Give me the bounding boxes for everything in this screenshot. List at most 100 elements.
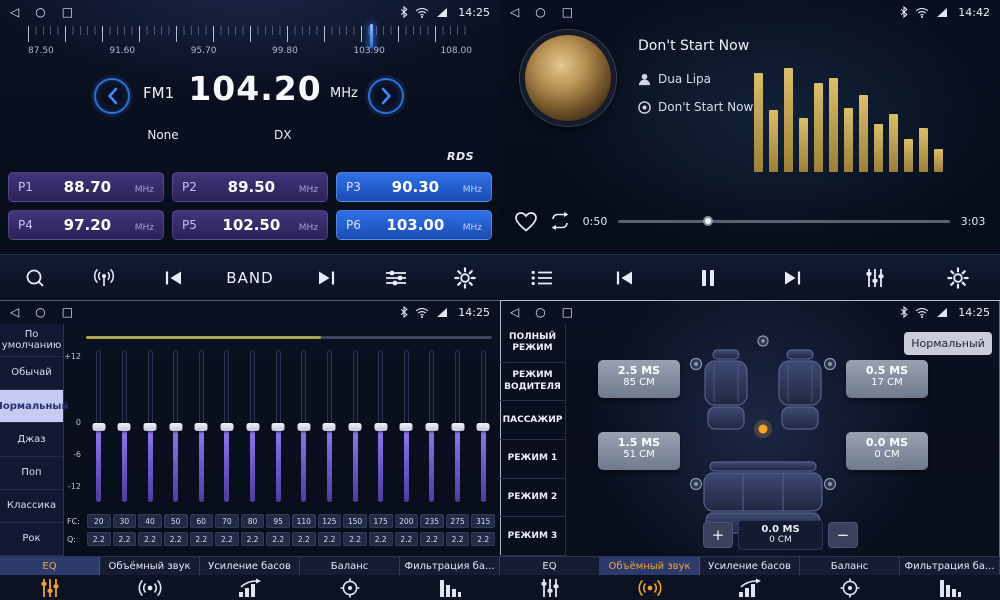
tab-bass-boost-icon[interactable] xyxy=(200,575,300,600)
tab-balance[interactable]: Баланс xyxy=(300,557,400,575)
tab-balance[interactable]: Баланс xyxy=(800,557,900,575)
tab-eq-icon[interactable] xyxy=(0,575,100,600)
eq-band-slider-40[interactable] xyxy=(148,350,153,502)
radio-preset-p3[interactable]: P390.30MHz xyxy=(336,172,492,202)
eq-band-slider-110[interactable] xyxy=(301,350,306,502)
tab-filter[interactable]: Фильтрация ба... xyxy=(400,557,500,575)
home-button[interactable]: ○ xyxy=(35,306,45,318)
tune-options-button[interactable] xyxy=(379,261,413,295)
tab-surround[interactable]: Объёмный звук xyxy=(100,557,200,575)
radio-preset-p4[interactable]: P497.20MHz xyxy=(8,210,164,240)
frequency-ruler[interactable]: 87.5091.6095.7099.80103.90108.00 xyxy=(0,26,500,70)
back-button[interactable]: ◁ xyxy=(510,6,519,18)
sound-profile-button[interactable]: Нормальный xyxy=(904,332,992,355)
eq-preset-1[interactable]: Обычай xyxy=(0,357,63,390)
delay-rear-right[interactable]: 0.0 MS0 CM xyxy=(846,432,928,470)
tab-surround-icon[interactable] xyxy=(100,575,200,600)
settings-button[interactable] xyxy=(941,261,975,295)
tab-filter-icon[interactable] xyxy=(400,575,500,600)
eq-band-slider-50[interactable] xyxy=(173,350,178,502)
tab-filter[interactable]: Фильтрация ба... xyxy=(900,557,1000,575)
eq-preset-2[interactable]: Нормальный xyxy=(0,390,63,423)
eq-band-handle[interactable] xyxy=(169,423,182,431)
eq-band-handle[interactable] xyxy=(323,423,336,431)
eq-preset-4[interactable]: Поп xyxy=(0,457,63,490)
tab-balance-icon[interactable] xyxy=(800,575,900,600)
surround-mode-3[interactable]: РЕЖИМ 1 xyxy=(500,440,565,479)
eq-band-slider-125[interactable] xyxy=(327,350,332,502)
eq-band-handle[interactable] xyxy=(92,423,105,431)
eq-band-slider-315[interactable] xyxy=(481,350,486,502)
eq-band-handle[interactable] xyxy=(297,423,310,431)
tab-eq[interactable]: EQ xyxy=(0,557,100,575)
eq-band-slider-235[interactable] xyxy=(429,350,434,502)
tab-surround-icon[interactable] xyxy=(600,575,700,600)
home-button[interactable]: ○ xyxy=(535,306,545,318)
eq-preset-5[interactable]: Классика xyxy=(0,490,63,523)
broadcast-scan-button[interactable] xyxy=(87,261,121,295)
progress-knob[interactable] xyxy=(703,216,713,226)
home-button[interactable]: ○ xyxy=(535,6,545,18)
eq-band-handle[interactable] xyxy=(220,423,233,431)
settings-button[interactable] xyxy=(448,261,482,295)
eq-band-slider-20[interactable] xyxy=(96,350,101,502)
back-button[interactable]: ◁ xyxy=(510,306,519,318)
tab-surround[interactable]: Объёмный звук xyxy=(600,557,700,575)
progress-bar[interactable] xyxy=(618,220,950,223)
pause-button[interactable] xyxy=(691,261,725,295)
back-button[interactable]: ◁ xyxy=(10,6,19,18)
equalizer-button[interactable] xyxy=(858,261,892,295)
tab-bass-boost[interactable]: Усиление басов xyxy=(700,557,800,575)
eq-band-handle[interactable] xyxy=(400,423,413,431)
eq-band-handle[interactable] xyxy=(195,423,208,431)
recents-button[interactable]: □ xyxy=(562,306,573,318)
next-station-button[interactable] xyxy=(309,261,343,295)
tab-bass-boost-icon[interactable] xyxy=(700,575,800,600)
eq-preset-3[interactable]: Джаз xyxy=(0,423,63,456)
eq-band-handle[interactable] xyxy=(144,423,157,431)
eq-preset-0[interactable]: По умолчанию xyxy=(0,324,63,357)
surround-mode-2[interactable]: ПАССАЖИР xyxy=(500,401,565,440)
eq-band-slider-70[interactable] xyxy=(224,350,229,502)
radio-preset-p2[interactable]: P289.50MHz xyxy=(172,172,328,202)
eq-band-handle[interactable] xyxy=(451,423,464,431)
delay-increase-button[interactable]: + xyxy=(703,522,733,548)
eq-overview-slider[interactable] xyxy=(86,336,492,339)
eq-band-slider-150[interactable] xyxy=(353,350,358,502)
delay-front-left[interactable]: 2.5 MS85 CM xyxy=(598,360,680,398)
surround-mode-4[interactable]: РЕЖИМ 2 xyxy=(500,479,565,518)
tab-eq-icon[interactable] xyxy=(500,575,600,600)
eq-band-handle[interactable] xyxy=(374,423,387,431)
radio-preset-p1[interactable]: P188.70MHz xyxy=(8,172,164,202)
tab-filter-icon[interactable] xyxy=(900,575,1000,600)
playlist-button[interactable] xyxy=(525,261,559,295)
radio-preset-p5[interactable]: P5102.50MHz xyxy=(172,210,328,240)
eq-band-handle[interactable] xyxy=(246,423,259,431)
tab-eq[interactable]: EQ xyxy=(500,557,600,575)
surround-mode-1[interactable]: РЕЖИМ ВОДИТЕЛЯ xyxy=(500,363,565,402)
back-button[interactable]: ◁ xyxy=(10,306,19,318)
previous-station-button[interactable] xyxy=(157,261,191,295)
eq-band-handle[interactable] xyxy=(272,423,285,431)
eq-band-slider-95[interactable] xyxy=(276,350,281,502)
radio-preset-p6[interactable]: P6103.00MHz xyxy=(336,210,492,240)
search-button[interactable] xyxy=(18,261,52,295)
eq-band-slider-60[interactable] xyxy=(199,350,204,502)
next-track-button[interactable] xyxy=(775,261,809,295)
recents-button[interactable]: □ xyxy=(62,6,73,18)
eq-band-slider-30[interactable] xyxy=(122,350,127,502)
delay-front-right[interactable]: 0.5 MS17 CM xyxy=(846,360,928,398)
favorite-button[interactable] xyxy=(514,211,538,232)
repeat-button[interactable] xyxy=(548,212,572,230)
delay-decrease-button[interactable]: − xyxy=(828,522,858,548)
eq-band-handle[interactable] xyxy=(118,423,131,431)
eq-band-slider-200[interactable] xyxy=(404,350,409,502)
eq-band-slider-80[interactable] xyxy=(250,350,255,502)
eq-band-handle[interactable] xyxy=(425,423,438,431)
previous-track-button[interactable] xyxy=(608,261,642,295)
band-button[interactable]: BAND xyxy=(226,261,273,295)
eq-band-handle[interactable] xyxy=(349,423,362,431)
seek-up-button[interactable] xyxy=(368,78,404,114)
home-button[interactable]: ○ xyxy=(35,6,45,18)
eq-band-slider-175[interactable] xyxy=(378,350,383,502)
